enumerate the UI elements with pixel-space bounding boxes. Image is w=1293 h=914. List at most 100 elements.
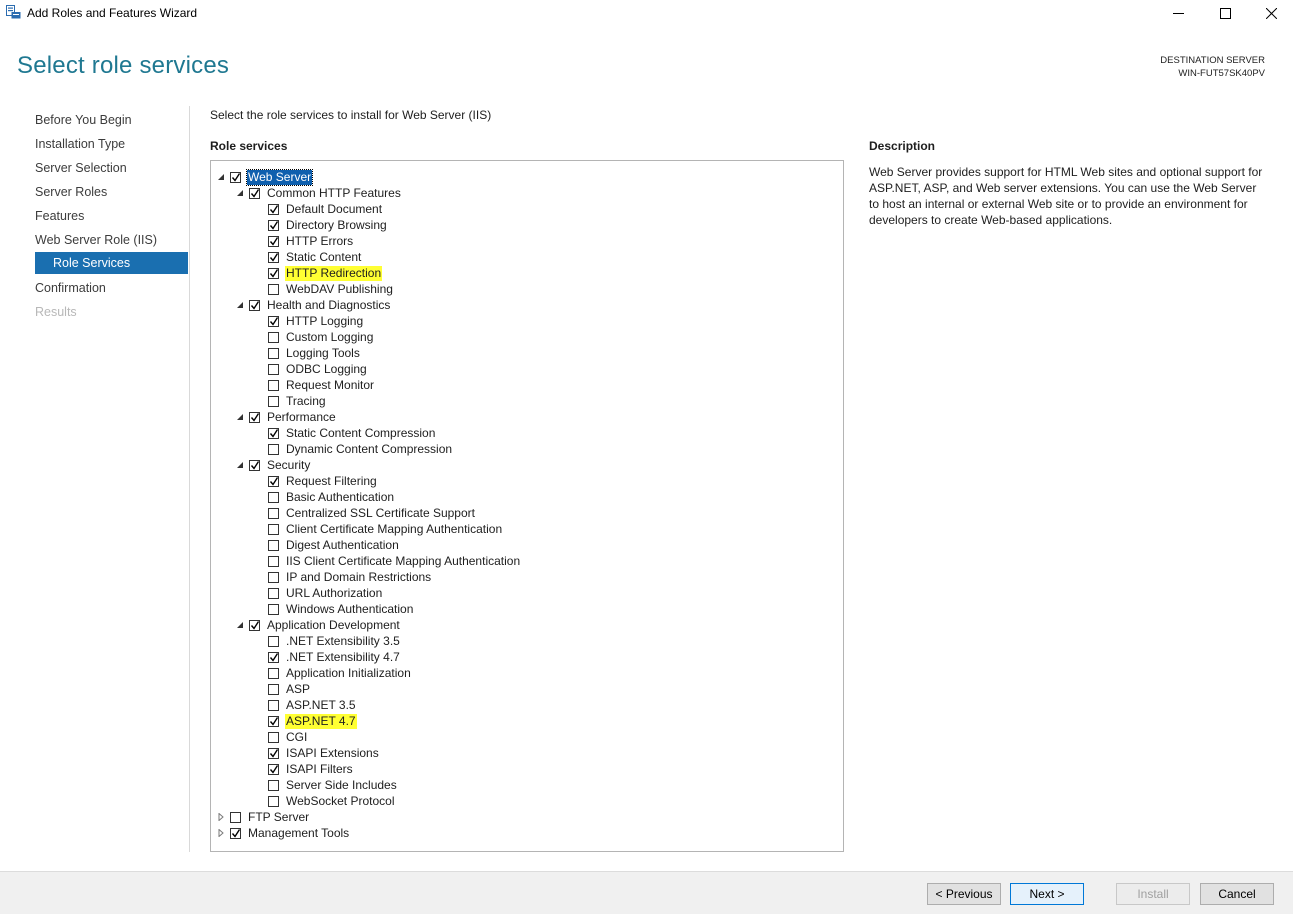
collapse-arrow-icon[interactable] (215, 169, 227, 185)
tree-item[interactable]: HTTP Errors (253, 233, 354, 249)
tree-item[interactable]: WebDAV Publishing (253, 281, 394, 297)
checkbox-unchecked[interactable] (268, 795, 279, 807)
checkbox-unchecked[interactable] (268, 379, 279, 391)
tree-item-label[interactable]: Logging Tools (285, 346, 361, 361)
tree-item[interactable]: ASP.NET 4.7 (253, 713, 357, 729)
tree-item-label[interactable]: Management Tools (247, 826, 350, 841)
collapse-arrow-icon[interactable] (234, 457, 246, 473)
tree-item[interactable]: Directory Browsing (253, 217, 388, 233)
tree-item-label[interactable]: Centralized SSL Certificate Support (285, 506, 476, 521)
tree-item[interactable]: Performance (234, 409, 337, 425)
tree-item[interactable]: HTTP Logging (253, 313, 364, 329)
tree-item[interactable]: Application Initialization (253, 665, 412, 681)
tree-item[interactable]: Request Filtering (253, 473, 378, 489)
nav-item-installation-type[interactable]: Installation Type (35, 133, 125, 155)
tree-item[interactable]: ASP (253, 681, 311, 697)
tree-item[interactable]: ODBC Logging (253, 361, 368, 377)
maximize-button[interactable] (1202, 0, 1248, 26)
minimize-button[interactable] (1155, 0, 1201, 26)
tree-item-label[interactable]: .NET Extensibility 4.7 (285, 650, 401, 665)
tree-item[interactable]: Security (234, 457, 311, 473)
tree-item-label[interactable]: Application Initialization (285, 666, 412, 681)
previous-button[interactable]: < Previous (927, 883, 1001, 905)
tree-item-label[interactable]: Performance (266, 410, 337, 425)
checkbox-checked[interactable] (249, 299, 260, 311)
checkbox-checked[interactable] (268, 315, 279, 327)
nav-item-before-you-begin[interactable]: Before You Begin (35, 109, 132, 131)
checkbox-unchecked[interactable] (268, 667, 279, 679)
tree-item[interactable]: ISAPI Filters (253, 761, 354, 777)
tree-item[interactable]: Custom Logging (253, 329, 374, 345)
tree-item[interactable]: .NET Extensibility 3.5 (253, 633, 401, 649)
tree-item-label[interactable]: Health and Diagnostics (266, 298, 391, 313)
tree-item[interactable]: WebSocket Protocol (253, 793, 396, 809)
tree-item-label[interactable]: Windows Authentication (285, 602, 414, 617)
nav-item-features[interactable]: Features (35, 205, 84, 227)
tree-item-label[interactable]: Custom Logging (285, 330, 374, 345)
tree-item[interactable]: ASP.NET 3.5 (253, 697, 357, 713)
tree-item[interactable]: FTP Server (215, 809, 310, 825)
tree-item-label[interactable]: ISAPI Extensions (285, 746, 380, 761)
tree-item[interactable]: Basic Authentication (253, 489, 395, 505)
tree-item[interactable]: Centralized SSL Certificate Support (253, 505, 476, 521)
expand-arrow-icon[interactable] (215, 825, 227, 841)
tree-item-label[interactable]: IP and Domain Restrictions (285, 570, 432, 585)
tree-item-label[interactable]: Default Document (285, 202, 383, 217)
checkbox-unchecked[interactable] (268, 683, 279, 695)
tree-item-label[interactable]: Static Content (285, 250, 362, 265)
tree-item-label[interactable]: Common HTTP Features (266, 186, 402, 201)
tree-item[interactable]: IP and Domain Restrictions (253, 569, 432, 585)
checkbox-checked[interactable] (268, 475, 279, 487)
role-services-tree[interactable]: Web Server Common HTTP Features Default Do… (210, 160, 844, 852)
tree-item-label[interactable]: URL Authorization (285, 586, 383, 601)
checkbox-unchecked[interactable] (268, 331, 279, 343)
checkbox-unchecked[interactable] (268, 539, 279, 551)
tree-item-label[interactable]: Basic Authentication (285, 490, 395, 505)
nav-item-server-selection[interactable]: Server Selection (35, 157, 127, 179)
checkbox-unchecked[interactable] (268, 491, 279, 503)
checkbox-unchecked[interactable] (268, 395, 279, 407)
tree-item-label[interactable]: ASP.NET 4.7 (285, 713, 357, 729)
nav-item-confirmation[interactable]: Confirmation (35, 277, 106, 299)
checkbox-unchecked[interactable] (268, 555, 279, 567)
tree-item[interactable]: Digest Authentication (253, 537, 400, 553)
nav-item-server-roles[interactable]: Server Roles (35, 181, 107, 203)
tree-item[interactable]: IIS Client Certificate Mapping Authentic… (253, 553, 521, 569)
checkbox-checked[interactable] (268, 651, 279, 663)
nav-item-web-server-role[interactable]: Web Server Role (IIS) (35, 229, 157, 251)
tree-item[interactable]: HTTP Redirection (253, 265, 383, 281)
tree-item[interactable]: CGI (253, 729, 308, 745)
tree-item-label[interactable]: .NET Extensibility 3.5 (285, 634, 401, 649)
tree-item[interactable]: ISAPI Extensions (253, 745, 380, 761)
tree-item[interactable]: Web Server (215, 168, 314, 186)
tree-item-label[interactable]: ISAPI Filters (285, 762, 354, 777)
checkbox-checked[interactable] (268, 251, 279, 263)
checkbox-unchecked[interactable] (268, 363, 279, 375)
checkbox-checked[interactable] (268, 203, 279, 215)
collapse-arrow-icon[interactable] (234, 185, 246, 201)
checkbox-unchecked[interactable] (268, 635, 279, 647)
tree-item[interactable]: Management Tools (215, 825, 350, 841)
tree-item[interactable]: URL Authorization (253, 585, 383, 601)
tree-item[interactable]: Client Certificate Mapping Authenticatio… (253, 521, 503, 537)
tree-item-label[interactable]: Request Filtering (285, 474, 378, 489)
tree-item[interactable]: Default Document (253, 201, 383, 217)
tree-item[interactable]: Logging Tools (253, 345, 361, 361)
checkbox-unchecked[interactable] (268, 347, 279, 359)
tree-item-label[interactable]: Directory Browsing (285, 218, 388, 233)
tree-item-label[interactable]: Security (266, 458, 311, 473)
checkbox-unchecked[interactable] (268, 283, 279, 295)
checkbox-unchecked[interactable] (268, 507, 279, 519)
checkbox-checked[interactable] (268, 747, 279, 759)
tree-item[interactable]: Tracing (253, 393, 327, 409)
checkbox-checked[interactable] (268, 763, 279, 775)
tree-item-label[interactable]: IIS Client Certificate Mapping Authentic… (285, 554, 521, 569)
checkbox-checked[interactable] (268, 219, 279, 231)
checkbox-unchecked[interactable] (268, 731, 279, 743)
checkbox-checked[interactable] (268, 427, 279, 439)
checkbox-unchecked[interactable] (268, 603, 279, 615)
collapse-arrow-icon[interactable] (234, 409, 246, 425)
checkbox-unchecked[interactable] (268, 571, 279, 583)
checkbox-checked[interactable] (249, 411, 260, 423)
checkbox-checked[interactable] (249, 187, 260, 199)
